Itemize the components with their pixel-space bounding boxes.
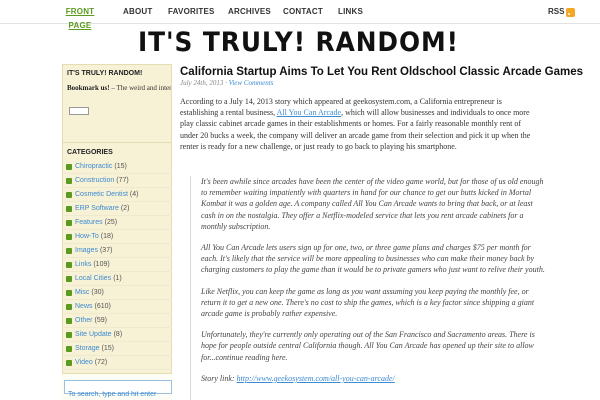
category-count: (109) — [93, 261, 110, 268]
nav-front-page[interactable]: FRONT PAGE — [58, 5, 102, 30]
folder-icon — [66, 164, 72, 170]
widget-title: IT'S TRULY! RANDOM! — [67, 70, 143, 77]
folder-icon — [66, 248, 72, 254]
category-item[interactable]: Misc (30) — [62, 286, 172, 300]
bookmark-input[interactable] — [69, 107, 89, 115]
category-item[interactable]: Construction (77) — [62, 174, 172, 188]
bookmark-description: – The weird and interesting world around… — [111, 84, 171, 92]
category-count: (8) — [113, 331, 123, 338]
category-item[interactable]: Site Update (8) — [62, 328, 172, 342]
category-count: (1) — [113, 275, 122, 282]
category-item[interactable]: Chiropractic (15) — [62, 160, 172, 174]
category-item[interactable]: Local Cities (1) — [62, 272, 172, 286]
post-date: July 24th, 2013 — [180, 79, 224, 87]
folder-icon — [66, 192, 72, 198]
folder-icon — [66, 276, 72, 282]
folder-icon — [66, 318, 72, 324]
category-label[interactable]: Misc — [75, 289, 89, 296]
category-count: (77) — [116, 177, 129, 184]
quote-paragraph: All You Can Arcade lets users sign up fo… — [201, 243, 545, 275]
folder-icon — [66, 332, 72, 338]
post-title[interactable]: California Startup Aims To Let You Rent … — [180, 64, 600, 80]
category-label[interactable]: ERP Software — [75, 205, 119, 212]
folder-icon — [66, 220, 72, 226]
search-input[interactable] — [65, 388, 171, 400]
category-label[interactable]: Cosmetic Dentist — [75, 191, 128, 198]
category-item[interactable]: News (610) — [62, 300, 172, 314]
all-you-can-arcade-link[interactable]: All You Can Arcade — [277, 108, 341, 117]
site-logo[interactable]: IT'S TRULY! RANDOM! — [138, 24, 458, 62]
view-comments-link[interactable]: View Comments — [229, 79, 274, 87]
blockquote: It's been awhile since arcades have been… — [190, 176, 546, 400]
category-item[interactable]: Video (72) — [62, 356, 172, 370]
category-label[interactable]: News — [75, 303, 93, 310]
category-item[interactable]: Other (59) — [62, 314, 172, 328]
category-item[interactable]: Features (25) — [62, 216, 172, 230]
categories-title: CATEGORIES — [67, 149, 113, 156]
category-label[interactable]: Storage — [75, 345, 100, 352]
folder-icon — [66, 178, 72, 184]
category-item[interactable]: ERP Software (2) — [62, 202, 172, 216]
nav-about[interactable]: ABOUT — [123, 5, 152, 19]
category-label[interactable]: Features — [75, 219, 103, 226]
category-list: Chiropractic (15) Construction (77) Cosmet… — [62, 160, 172, 372]
category-label[interactable]: Other — [75, 317, 93, 324]
category-count: (4) — [129, 191, 139, 198]
nav-archives[interactable]: ARCHIVES — [228, 5, 271, 19]
quote-paragraph: Unfortunately, they're currently only op… — [201, 330, 535, 362]
folder-icon — [66, 360, 72, 366]
category-count: (25) — [104, 219, 118, 226]
story-link[interactable]: http://www.geekosystem.com/all-you-can-a… — [237, 374, 395, 383]
category-count: (18) — [100, 233, 114, 240]
category-label[interactable]: Video — [75, 359, 93, 366]
bookmark-text: Bookmark us! – The weird and interesting… — [67, 83, 171, 93]
category-item[interactable]: Storage (15) — [62, 342, 172, 356]
story-link-line: Story link: http://www.geekosystem.com/a… — [201, 373, 546, 384]
folder-icon — [66, 262, 72, 268]
search-box — [64, 380, 172, 400]
post-meta: July 24th, 2013 · View Comments — [180, 79, 273, 87]
category-count: (610) — [94, 303, 111, 310]
nav-links[interactable]: LINKS — [338, 5, 363, 19]
quote-paragraph: It's been awhile since arcades have been… — [201, 177, 544, 231]
nav-contact[interactable]: CONTACT — [283, 5, 323, 19]
category-label[interactable]: Images — [75, 247, 98, 254]
quote-paragraph: Like Netflix, you can keep the game as l… — [201, 286, 535, 319]
category-count: (15) — [101, 345, 114, 352]
category-item[interactable]: Cosmetic Dentist (4) — [62, 188, 172, 202]
category-label[interactable]: Links — [75, 261, 91, 268]
folder-icon — [66, 290, 72, 296]
category-count: (37) — [99, 247, 113, 254]
rss-link[interactable]: RSS — [548, 5, 564, 19]
rss-icon[interactable] — [566, 8, 575, 17]
category-label[interactable]: Chiropractic — [75, 163, 112, 170]
category-count: (30) — [91, 289, 104, 296]
sidebar: IT'S TRULY! RANDOM! Bookmark us! – The w… — [62, 64, 172, 400]
category-label[interactable]: Local Cities — [75, 275, 111, 282]
category-item[interactable]: Images (37) — [62, 244, 172, 258]
category-label[interactable]: Construction — [75, 177, 114, 184]
story-link-label: Story link: — [201, 373, 237, 383]
folder-icon — [66, 206, 72, 212]
bookmark-widget: IT'S TRULY! RANDOM! Bookmark us! – The w… — [62, 64, 172, 150]
post-body: According to a July 14, 2013 story which… — [180, 96, 536, 152]
top-navigation: FRONT PAGE ABOUT FAVORITES ARCHIVES CONT… — [0, 0, 600, 30]
folder-icon — [66, 234, 72, 240]
category-label[interactable]: How-To — [75, 233, 99, 240]
category-count: (59) — [94, 317, 107, 324]
category-label[interactable]: Site Update — [75, 331, 112, 338]
bookmark-bold: Bookmark us! — [67, 84, 110, 92]
category-count: (72) — [94, 359, 108, 366]
main-content: California Startup Aims To Let You Rent … — [180, 64, 600, 400]
category-count: (15) — [114, 163, 127, 170]
category-item[interactable]: Links (109) — [62, 258, 172, 272]
nav-favorites[interactable]: FAVORITES — [168, 5, 214, 19]
category-item[interactable]: How-To (18) — [62, 230, 172, 244]
folder-icon — [66, 304, 72, 310]
folder-icon — [66, 346, 72, 352]
category-count: (2) — [120, 205, 130, 212]
